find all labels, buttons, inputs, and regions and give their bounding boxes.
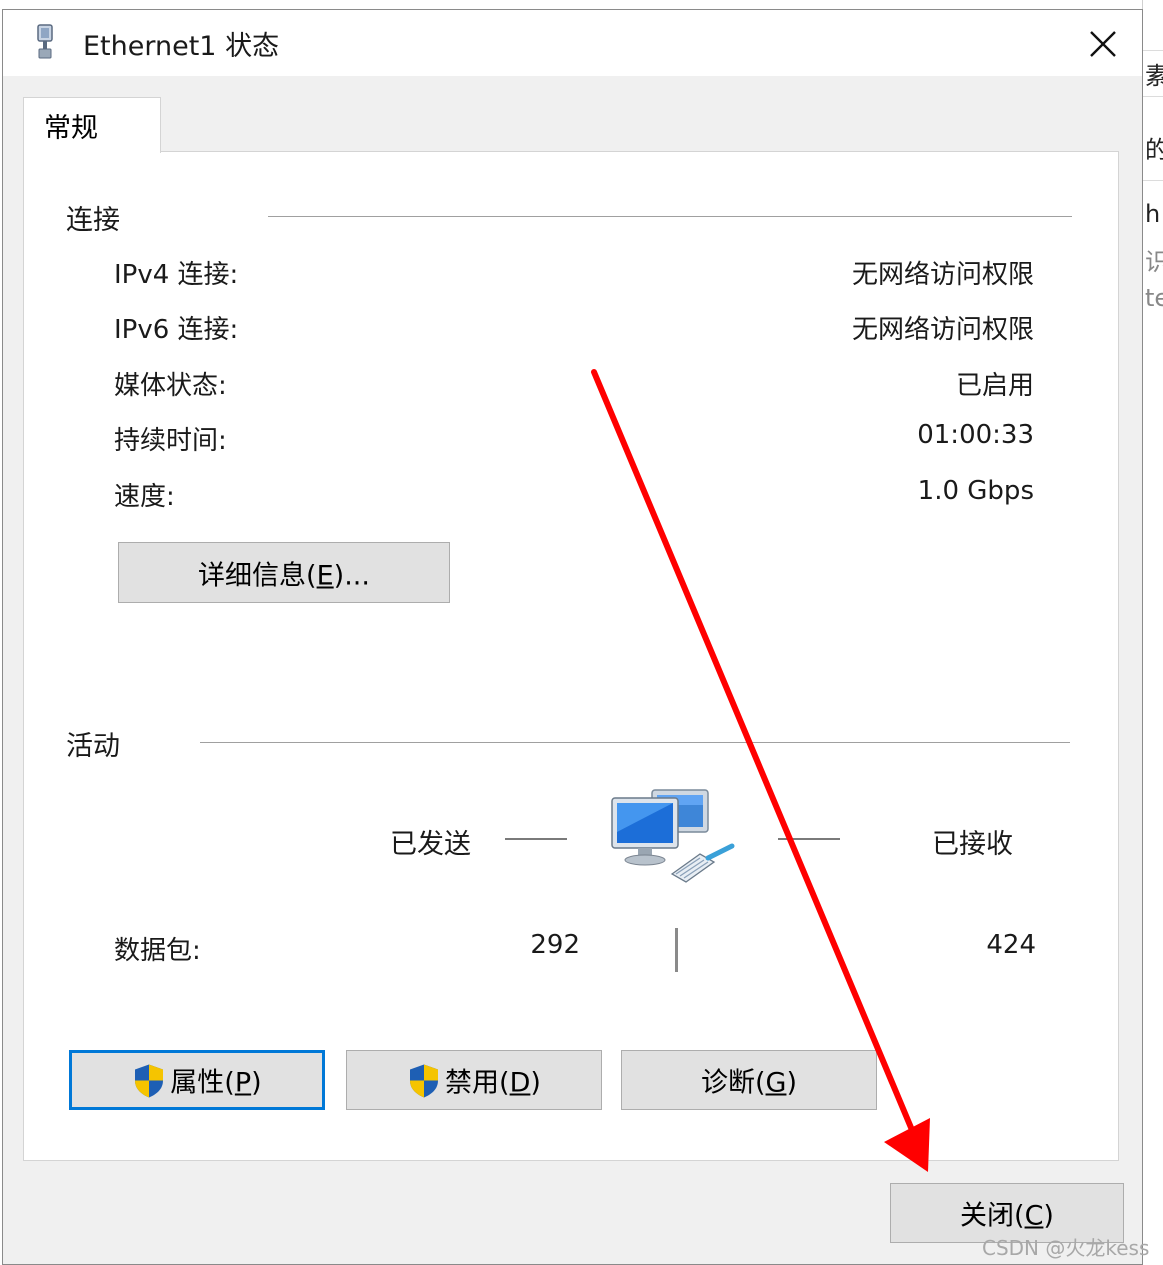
background-text-4: 识: [1145, 242, 1163, 277]
properties-button-text: 属性(: [170, 1067, 235, 1099]
watermark: CSDN @火龙kess: [982, 1236, 1150, 1260]
diagnose-button-accel: G: [765, 1067, 787, 1099]
disable-button-text: 禁用(: [445, 1067, 510, 1099]
sent-dash: [505, 838, 567, 840]
close-icon[interactable]: [1081, 22, 1125, 66]
properties-button[interactable]: 属性(P): [69, 1050, 325, 1110]
title-bar[interactable]: Ethernet1 状态: [3, 10, 1142, 76]
media-state-label: 媒体状态:: [114, 371, 227, 401]
close-button-accel: C: [1024, 1200, 1044, 1232]
background-text-3: h: [1145, 200, 1161, 228]
uac-shield-icon: [135, 1064, 164, 1097]
close-button-suffix: ): [1043, 1200, 1054, 1232]
connection-section-label: 连接: [66, 205, 120, 236]
packets-received-value: 424: [986, 930, 1036, 960]
media-state-value: 已启用: [955, 371, 1034, 401]
disable-button[interactable]: 禁用(D): [346, 1050, 602, 1110]
duration-value: 01:00:33: [917, 420, 1034, 450]
ipv4-row: IPv4 连接: 无网络访问权限: [114, 250, 1034, 290]
tab-general-label: 常规: [44, 113, 98, 144]
background-divider: [1143, 96, 1163, 97]
details-button-suffix: )...: [333, 560, 370, 591]
ipv6-label: IPv6 连接:: [114, 315, 239, 345]
connection-rows: IPv4 连接: 无网络访问权限 IPv6 连接: 无网络访问权限 媒体状态: …: [114, 250, 1034, 530]
network-computers-icon: [611, 789, 735, 883]
received-label: 已接收: [932, 829, 1013, 860]
properties-button-accel: P: [234, 1067, 252, 1099]
details-button-text: 详细信息(: [198, 560, 317, 591]
media-state-row: 媒体状态: 已启用: [114, 361, 1034, 401]
background-window: 素 的 h 识 te: [1142, 0, 1163, 1265]
speed-label: 速度:: [114, 482, 175, 512]
diagnose-button-suffix: ): [786, 1067, 798, 1099]
background-text-5: te: [1145, 284, 1163, 312]
ethernet-adapter-icon: [37, 24, 53, 59]
received-dash: [778, 838, 840, 840]
properties-button-suffix: ): [251, 1067, 262, 1099]
speed-row: 速度: 1.0 Gbps: [114, 472, 1034, 512]
background-text-1: 素: [1145, 56, 1163, 91]
details-button[interactable]: 详细信息(E)...: [118, 542, 450, 603]
speed-value: 1.0 Gbps: [917, 476, 1034, 506]
ipv6-row: IPv6 连接: 无网络访问权限: [114, 305, 1034, 345]
ipv4-label: IPv4 连接:: [114, 260, 239, 290]
sent-label: 已发送: [390, 829, 471, 860]
ipv6-value: 无网络访问权限: [851, 315, 1034, 345]
background-divider: [1143, 180, 1163, 181]
packets-sent-value: 292: [530, 930, 580, 960]
tab-general[interactable]: 常规: [23, 97, 161, 153]
details-button-accel: E: [316, 560, 334, 591]
background-text-2: 的: [1145, 130, 1163, 165]
uac-shield-icon: [410, 1064, 439, 1097]
packets-label: 数据包:: [114, 936, 201, 966]
status-dialog: Ethernet1 状态 常规 连接 IPv4 连接: 无网络访问权限 IPv6…: [2, 9, 1143, 1265]
duration-row: 持续时间: 01:00:33: [114, 416, 1034, 456]
ipv4-value: 无网络访问权限: [851, 260, 1034, 290]
diagnose-button-text: 诊断(: [700, 1067, 766, 1099]
duration-label: 持续时间:: [114, 426, 227, 456]
general-panel: 连接 IPv4 连接: 无网络访问权限 IPv6 连接: 无网络访问权限 媒体状…: [23, 151, 1119, 1161]
background-divider: [1143, 50, 1163, 51]
window-title: Ethernet1 状态: [83, 31, 280, 62]
activity-section-label: 活动: [66, 731, 120, 762]
diagnose-button[interactable]: 诊断(G): [621, 1050, 877, 1110]
activity-divider: [200, 742, 1070, 743]
close-button-text: 关闭(: [960, 1200, 1025, 1232]
screen: 素 的 h 识 te Ethernet1 状态 常规 连接: [0, 0, 1163, 1265]
connection-divider: [268, 216, 1072, 217]
packets-separator: [675, 928, 678, 972]
disable-button-suffix: ): [530, 1067, 541, 1099]
disable-button-accel: D: [509, 1067, 531, 1099]
